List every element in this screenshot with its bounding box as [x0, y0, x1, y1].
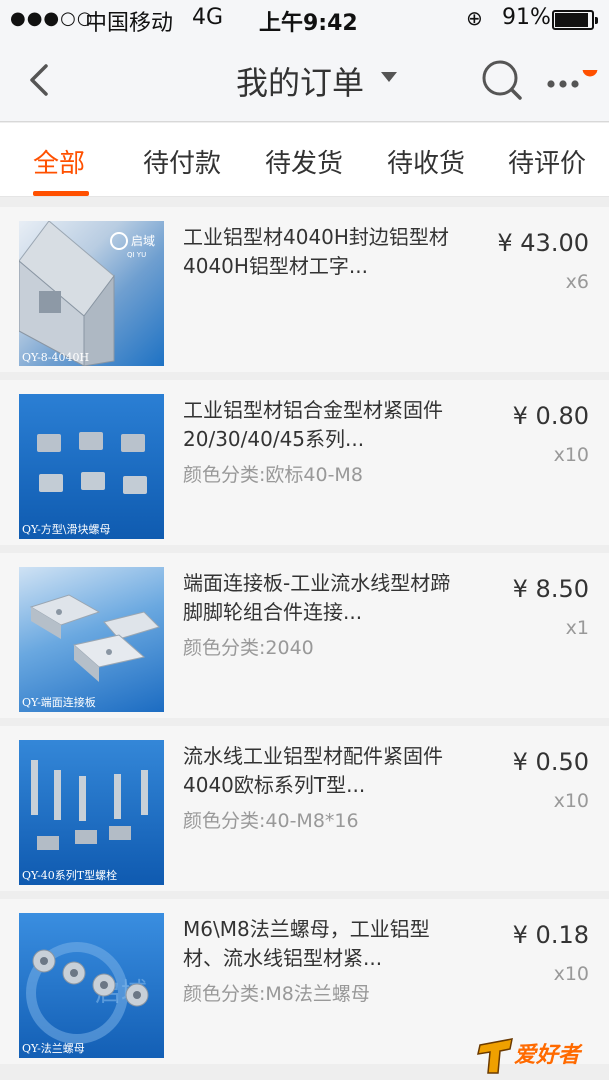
- flange-nut-image: 启域: [26, 942, 149, 1044]
- product-thumbnail[interactable]: QY-40系列T型螺栓: [19, 740, 164, 885]
- nav-bar: 我的订单: [0, 40, 609, 122]
- product-quantity: x6: [565, 271, 589, 293]
- product-title: M6\M8法兰螺母，工业铝型材、流水线铝型材紧...: [183, 917, 430, 970]
- product-quantity: x10: [553, 790, 589, 812]
- order-item[interactable]: QY-40系列T型螺栓 流水线工业铝型材配件紧固件4040欧标系列T型... 颜…: [0, 726, 609, 891]
- signal-strength: ●●●○○: [10, 8, 94, 29]
- active-tab-indicator: [33, 191, 89, 196]
- tab-pending-shipment[interactable]: 待发货: [265, 143, 343, 180]
- site-watermark: 爱好者: [476, 1033, 602, 1075]
- aluminum-profile-image: 启域 QI YU: [19, 221, 155, 366]
- svg-text:启域: 启域: [131, 234, 155, 248]
- title-dropdown-caret-icon[interactable]: [381, 72, 397, 82]
- order-status-tabs: 全部 待付款 待发货 待收货 待评价: [0, 123, 609, 197]
- page-title[interactable]: 我的订单: [236, 58, 364, 104]
- product-thumbnail[interactable]: QY-方型\滑块螺母: [19, 394, 164, 539]
- carrier-name: 中国移动: [85, 11, 174, 36]
- tab-pending-review[interactable]: 待评价: [508, 143, 586, 180]
- thumbnail-caption: QY-端面连接板: [22, 696, 96, 709]
- battery-percent: 91%: [502, 5, 551, 30]
- notification-dot: [582, 70, 598, 77]
- thumbnail-caption: QY-方型\滑块螺母: [22, 523, 111, 536]
- thumbnail-caption: QY-40系列T型螺栓: [22, 869, 118, 882]
- product-thumbnail[interactable]: 启域 QY-法兰螺母: [19, 913, 164, 1058]
- svg-text:QI YU: QI YU: [127, 251, 146, 259]
- status-time: 上午9:42: [259, 11, 358, 36]
- t-bolt-image: [31, 760, 148, 850]
- product-title: 流水线工业铝型材配件紧固件4040欧标系列T型...: [183, 744, 443, 797]
- product-price: ¥ 43.00: [497, 229, 589, 257]
- more-dots-icon[interactable]: [546, 70, 598, 100]
- tab-all[interactable]: 全部: [33, 143, 85, 180]
- order-item[interactable]: QY-端面连接板 端面连接板-工业流水线型材蹄脚脚轮组合件连接... 颜色分类:…: [0, 553, 609, 718]
- network-type: 4G: [192, 5, 224, 30]
- end-connector-plate-image: [29, 594, 160, 682]
- watermark-logo-icon: [477, 1038, 513, 1074]
- product-price: ¥ 0.50: [512, 748, 589, 776]
- slide-nut-image: [37, 432, 147, 494]
- search-icon[interactable]: [480, 58, 524, 102]
- watermark-text: 爱好者: [514, 1043, 581, 1068]
- product-quantity: x10: [553, 963, 589, 985]
- order-item[interactable]: 启域 QI YU QY-8-4040H 工业铝型材4040H封边铝型材4040H…: [0, 207, 609, 372]
- tab-pending-payment[interactable]: 待付款: [143, 143, 221, 180]
- status-bar: ●●●○○ 中国移动 4G 上午9:42 ⊕ 91%: [0, 0, 609, 40]
- product-quantity: x1: [565, 617, 589, 639]
- thumbnail-caption: QY-8-4040H: [22, 351, 90, 364]
- product-sku: 颜色分类:M8法兰螺母: [183, 983, 370, 1005]
- battery-icon: [552, 10, 598, 30]
- product-title: 工业铝型材4040H封边铝型材4040H铝型材工字...: [183, 225, 449, 278]
- product-thumbnail[interactable]: 启域 QI YU QY-8-4040H: [19, 221, 164, 366]
- product-quantity: x10: [553, 444, 589, 466]
- product-sku: 颜色分类:欧标40-M8: [183, 464, 363, 486]
- thumbnail-caption: QY-法兰螺母: [22, 1042, 85, 1055]
- product-price: ¥ 8.50: [512, 575, 589, 603]
- product-price: ¥ 0.80: [512, 402, 589, 430]
- product-thumbnail[interactable]: QY-端面连接板: [19, 567, 164, 712]
- product-price: ¥ 0.18: [512, 921, 589, 949]
- tab-pending-receipt[interactable]: 待收货: [387, 143, 465, 180]
- product-title: 工业铝型材铝合金型材紧固件20/30/40/45系列...: [183, 398, 443, 451]
- back-chevron-icon[interactable]: [22, 62, 58, 98]
- product-sku: 颜色分类:2040: [183, 637, 314, 659]
- orientation-lock-icon: ⊕: [466, 6, 483, 30]
- product-sku: 颜色分类:40-M8*16: [183, 810, 359, 832]
- order-item[interactable]: QY-方型\滑块螺母 工业铝型材铝合金型材紧固件20/30/40/45系列...…: [0, 380, 609, 545]
- product-title: 端面连接板-工业流水线型材蹄脚脚轮组合件连接...: [183, 571, 451, 624]
